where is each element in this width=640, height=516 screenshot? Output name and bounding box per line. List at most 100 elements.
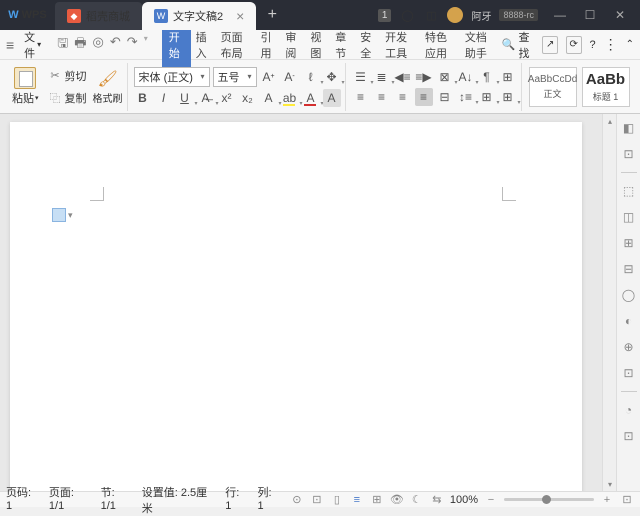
read-mode-icon[interactable]: ⊡ (310, 493, 324, 507)
focus-mode-icon[interactable]: ⊙ (290, 493, 304, 507)
style-normal[interactable]: AaBbCcDd 正文 (529, 67, 577, 107)
subscript-button[interactable]: x₂ (239, 89, 257, 107)
grow-font-button[interactable]: A+ (260, 68, 278, 86)
fit-page-icon[interactable]: ⊡ (620, 493, 634, 507)
bullets-button[interactable]: ☰ (352, 68, 370, 86)
borders-button[interactable]: ⊞ (499, 68, 517, 86)
print-layout-icon[interactable]: ▯ (330, 493, 344, 507)
line-spacing-button[interactable]: ↕≡ (457, 88, 475, 106)
tab-store[interactable]: ◆ 稻壳商城 (55, 2, 142, 30)
qat-more[interactable]: ▾ (144, 34, 148, 56)
align-center-button[interactable]: ≡ (373, 88, 391, 106)
tab-special[interactable]: 特色应用 (420, 23, 460, 67)
highlight-button[interactable]: ab (281, 89, 299, 107)
paste-button[interactable]: 粘贴▾ (8, 65, 43, 108)
zoom-thumb[interactable] (542, 495, 551, 504)
chart-icon[interactable]: ⊟ (621, 261, 637, 277)
asian-layout-button[interactable]: ⊠ (436, 68, 454, 86)
format-painter-button[interactable]: 🖌 格式刷 (93, 69, 123, 105)
status-row[interactable]: 行: 1 (225, 484, 247, 516)
zoom-slider[interactable] (504, 498, 594, 501)
cut-button[interactable]: ✂剪切 (46, 67, 90, 85)
decrease-indent-button[interactable]: ◀≡ (394, 68, 412, 86)
arrows-icon[interactable]: ⇆ (430, 493, 444, 507)
underline-button[interactable]: U (176, 89, 194, 107)
italic-button[interactable]: I (155, 89, 173, 107)
tab-developer[interactable]: 开发工具 (380, 23, 420, 67)
preview-icon[interactable]: ◎ (93, 34, 104, 56)
close-button[interactable]: ✕ (606, 4, 634, 26)
maximize-button[interactable]: ☐ (576, 4, 604, 26)
status-section[interactable]: 节: 1/1 (101, 484, 132, 516)
show-marks-button[interactable]: ¶ (478, 68, 496, 86)
bold-button[interactable]: B (134, 89, 152, 107)
table-border-button[interactable]: ⊞ (499, 88, 517, 106)
scroll-up-icon[interactable]: ▴ (603, 114, 617, 128)
zoom-value[interactable]: 100% (450, 494, 478, 506)
sort-button[interactable]: A↓ (457, 68, 475, 86)
zoom-in-button[interactable]: + (600, 493, 614, 507)
tab-references[interactable]: 引用 (255, 23, 280, 67)
screenshot-icon[interactable]: ⊡ (621, 428, 637, 444)
align-right-button[interactable]: ≡ (394, 88, 412, 106)
notification-badge[interactable]: 1 (378, 9, 392, 22)
search-button[interactable]: 🔍查找 (502, 29, 535, 61)
zoom-out-button[interactable]: − (484, 493, 498, 507)
section-indicator[interactable]: ▾ (52, 208, 73, 222)
vertical-scrollbar[interactable]: ▴ ▾ (602, 114, 616, 491)
hamburger-icon[interactable]: ≡ (6, 37, 14, 53)
select-icon[interactable]: ⬚ (621, 183, 637, 199)
redo-icon[interactable]: ↷ (127, 34, 138, 56)
increase-indent-button[interactable]: ≡▶ (415, 68, 433, 86)
avatar[interactable] (447, 7, 463, 23)
skin-icon[interactable]: ◫ (423, 7, 439, 23)
web-layout-icon[interactable]: ≡ (350, 493, 364, 507)
tab-document[interactable]: W 文字文稿2 × (142, 2, 256, 30)
status-pages[interactable]: 页面: 1/1 (49, 484, 91, 516)
add-icon[interactable]: ⊕ (621, 339, 637, 355)
minimize-button[interactable]: — (546, 4, 574, 26)
undo-icon[interactable]: ↶ (110, 34, 121, 56)
collapse-ribbon-icon[interactable]: ⌃ (626, 39, 634, 50)
save-icon[interactable]: 🖫 (57, 34, 68, 56)
mindmap-icon[interactable]: ◫ (621, 209, 637, 225)
numbering-button[interactable]: ≣ (373, 68, 391, 86)
distribute-button[interactable]: ⊟ (436, 88, 454, 106)
tool-icon[interactable]: ◐ (621, 313, 637, 329)
text-effects-button[interactable]: A (260, 89, 278, 107)
close-icon[interactable]: × (236, 8, 244, 24)
panel-settings-icon[interactable]: ⊡ (621, 146, 637, 162)
scroll-down-icon[interactable]: ▾ (603, 477, 617, 491)
print-icon[interactable]: 🖶 (74, 34, 86, 56)
share-icon[interactable]: ↗ (542, 36, 558, 54)
status-page-num[interactable]: 页码: 1 (6, 484, 39, 516)
font-size-combo[interactable]: 五号▾ (213, 67, 257, 87)
style-heading1[interactable]: AaBb 标题 1 (582, 67, 630, 107)
strike-button[interactable]: A̶ (197, 89, 215, 107)
comment-icon[interactable]: ◔ (621, 402, 637, 418)
shading-button[interactable]: ⊞ (478, 88, 496, 106)
font-name-combo[interactable]: 宋体 (正文)▾ (134, 67, 210, 87)
align-left-button[interactable]: ≡ (352, 88, 370, 106)
tab-security[interactable]: 安全 (355, 23, 380, 67)
justify-button[interactable]: ≡ (415, 88, 433, 106)
night-icon[interactable]: ☾ (410, 493, 424, 507)
shrink-font-button[interactable]: A- (281, 68, 299, 86)
superscript-button[interactable]: x² (218, 89, 236, 107)
tab-assistant[interactable]: 文档助手 (460, 23, 500, 67)
file-menu[interactable]: 文件▾ (18, 27, 47, 63)
char-shading-button[interactable]: A (323, 89, 341, 107)
tab-review[interactable]: 审阅 (280, 23, 305, 67)
page[interactable]: ▾ (10, 122, 582, 491)
status-col[interactable]: 列: 1 (258, 484, 280, 516)
document-area[interactable]: ▾ (0, 114, 602, 491)
change-case-button[interactable]: ℓ (302, 68, 320, 86)
more-icon[interactable]: ⋮ (604, 36, 618, 53)
sync-icon[interactable]: ⟳ (566, 36, 582, 54)
pin-icon[interactable]: ⊡ (621, 365, 637, 381)
panel-toggle-icon[interactable]: ◧ (621, 120, 637, 136)
tab-view[interactable]: 视图 (305, 23, 330, 67)
status-position[interactable]: 设置值: 2.5厘米 (142, 484, 215, 516)
outline-icon[interactable]: ⊞ (370, 493, 384, 507)
clear-format-button[interactable]: ✥ (323, 68, 341, 86)
